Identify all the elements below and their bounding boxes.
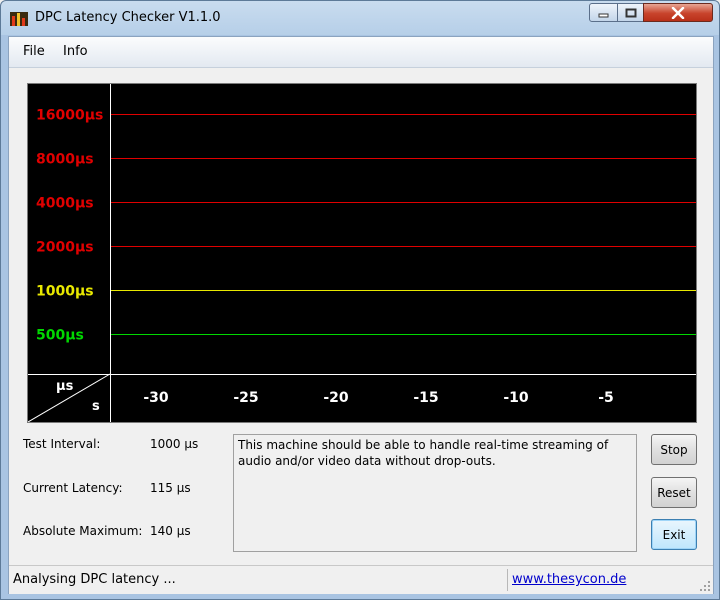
close-icon [671,6,685,19]
current-latency-value: 115 µs [150,481,191,495]
x-tick-label: -30 [143,390,169,406]
menu-bar: File Info [9,37,713,68]
status-separator [507,569,508,591]
minimize-button[interactable] [589,3,618,22]
application-window: DPC Latency Checker V1.1.0 File Info 160… [0,0,720,600]
menu-info[interactable]: Info [63,44,88,59]
test-interval-value: 1000 µs [150,437,199,451]
title-bar[interactable]: DPC Latency Checker V1.1.0 [1,1,719,35]
minimize-icon [598,13,608,17]
threshold-label: 500µs [36,328,84,344]
x-tick-label: -25 [233,390,258,406]
exit-button[interactable]: Exit [651,519,697,550]
latency-chart: 16000µs 8000µs 4000µs 2000µs 1000µs 500µs µs s -… [28,84,696,422]
maximize-icon [625,8,636,17]
window-title: DPC Latency Checker V1.1.0 [35,10,221,25]
absolute-maximum-value: 140 µs [150,524,191,538]
website-link[interactable]: www.thesycon.de [512,572,626,587]
menu-file[interactable]: File [23,44,45,59]
absolute-maximum-label: Absolute Maximum: [23,524,143,538]
current-latency-label: Current Latency: [23,481,123,495]
threshold-label: 2000µs [36,240,94,256]
client-area: File Info 16000µs 8000µs 4000µs 2000µs 1000µ… [8,36,714,594]
test-interval-label: Test Interval: [23,437,101,451]
threshold-label: 1000µs [36,284,94,300]
reset-button[interactable]: Reset [651,477,697,508]
threshold-label: 16000µs [36,108,103,124]
close-button[interactable] [643,3,713,22]
threshold-label: 4000µs [36,196,94,212]
stop-button[interactable]: Stop [651,434,697,465]
y-unit-label: µs [56,379,74,394]
resize-grip-icon[interactable] [697,578,711,592]
status-message: This machine should be able to handle re… [233,434,637,552]
threshold-label: 8000µs [36,152,94,168]
maximize-button[interactable] [617,3,644,22]
latency-graph: 16000µs 8000µs 4000µs 2000µs 1000µs 500µs µs s -… [27,83,697,423]
x-tick-label: -15 [413,390,438,406]
x-tick-label: -5 [598,390,614,406]
x-tick-label: -20 [323,390,349,406]
x-unit-label: s [92,399,100,414]
status-bar: Analysing DPC latency ... www.thesycon.d… [9,565,713,594]
status-text: Analysing DPC latency ... [13,572,176,587]
x-tick-label: -10 [503,390,529,406]
app-icon [10,12,28,26]
